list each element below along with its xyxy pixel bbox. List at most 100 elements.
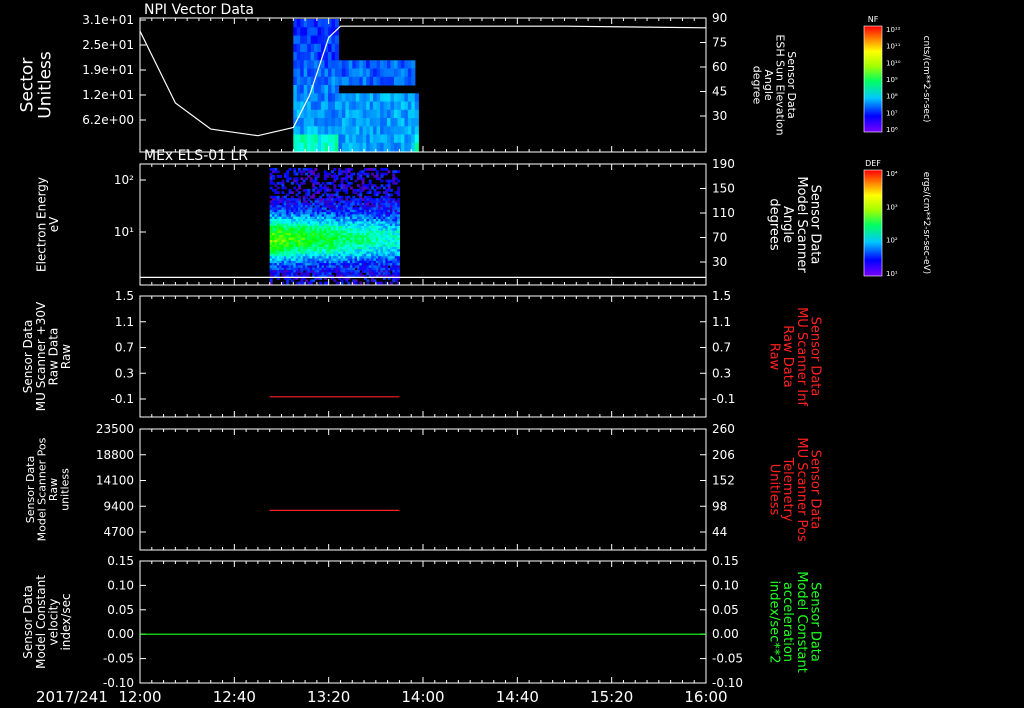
heatmap-cell	[376, 126, 381, 135]
heatmap-cell	[300, 118, 305, 127]
y-tick-label-left: 3.1e+01	[82, 13, 134, 27]
heatmap-cell	[400, 126, 405, 135]
heatmap-cell	[317, 126, 322, 135]
heatmap-cell	[352, 195, 356, 199]
heatmap-cell	[400, 134, 405, 144]
heatmap-cell	[303, 126, 308, 135]
heatmap-cell	[352, 101, 357, 111]
y-tick-label-left: -0.05	[103, 652, 134, 666]
y-axis-label-right: Sensor DataModel ScannerAngledegrees	[767, 176, 823, 273]
heatmap-cell	[400, 109, 405, 119]
heatmap-cell	[338, 93, 343, 102]
heatmap-cell	[312, 172, 316, 176]
heatmap-cell	[359, 195, 363, 199]
heatmap-cell	[371, 172, 374, 176]
heatmap-cell	[404, 126, 409, 135]
heatmap-cell	[293, 68, 298, 78]
y-axis-label-line: index/sec	[59, 593, 73, 650]
heatmap-cell	[331, 118, 336, 127]
heatmap-cell	[314, 35, 319, 45]
heatmap-cell	[390, 118, 395, 127]
heatmap-cell	[317, 85, 322, 94]
heatmap-cell	[394, 126, 399, 135]
heatmap-cell	[300, 172, 304, 176]
y-tick-label-right: 0.15	[712, 554, 739, 568]
heatmap-cell	[283, 186, 287, 190]
colorbar	[863, 169, 883, 277]
heatmap-cell	[380, 184, 384, 187]
heatmap-cell	[300, 60, 305, 69]
heatmap-cell	[331, 68, 336, 78]
heatmap-cell	[362, 60, 367, 69]
heatmap-cell	[400, 68, 405, 78]
colorbar-tick-label: 10¹	[886, 270, 898, 278]
heatmap-cell	[314, 134, 319, 144]
heatmap-cell	[328, 188, 332, 192]
heatmap-cell	[341, 109, 346, 119]
heatmap-cell	[378, 186, 382, 190]
heatmap-cell	[286, 281, 290, 285]
heatmap-cell	[362, 93, 367, 102]
heatmap-cell	[362, 101, 367, 111]
heatmap-cell	[352, 93, 357, 102]
heatmap-cell	[290, 279, 294, 283]
heatmap-cell	[335, 35, 340, 45]
heatmap-cell	[317, 43, 322, 53]
colorbar-tick-label: 10³	[886, 203, 898, 211]
heatmap-cell	[397, 242, 400, 245]
heatmap-cell	[348, 134, 353, 144]
heatmap-cell	[293, 76, 298, 86]
heatmap-cell	[331, 134, 336, 144]
heatmap-cell	[283, 195, 287, 199]
heatmap-cell	[352, 109, 357, 119]
heatmap-cell	[323, 184, 327, 187]
heatmap-cell	[341, 101, 346, 111]
heatmap-cell	[328, 85, 333, 94]
heatmap-cell	[352, 118, 357, 127]
heatmap-cell	[390, 109, 395, 119]
heatmap-cell	[338, 126, 343, 135]
heatmap-cell	[411, 118, 416, 127]
heatmap-cell	[303, 68, 308, 78]
heatmap-cell	[366, 175, 370, 178]
heatmap-cell	[376, 60, 381, 69]
heatmap-cell	[293, 85, 298, 94]
y-tick-label-right: 0.05	[712, 603, 739, 617]
sun-elevation-line	[139, 25, 707, 137]
heatmap-cell	[328, 134, 333, 144]
heatmap-cell	[281, 191, 285, 194]
heatmap-cell	[380, 118, 385, 127]
heatmap-cell	[348, 76, 353, 86]
heatmap-cell	[341, 93, 346, 102]
colorbar-unit-label: cnts/(cm**2-sr-sec)	[921, 36, 931, 123]
heatmap-cell	[400, 118, 405, 127]
heatmap-cell	[390, 281, 393, 285]
heatmap-cell	[307, 76, 312, 86]
heatmap-cell	[380, 101, 385, 111]
heatmap-cell	[286, 179, 290, 183]
heatmap-cell	[397, 253, 400, 257]
heatmap-cell	[314, 43, 319, 53]
heatmap-cell	[314, 118, 319, 127]
heatmap-cell	[324, 118, 329, 127]
y-tick-label-right: 45	[712, 85, 727, 99]
heatmap-cell	[394, 101, 399, 111]
heatmap-cell	[276, 195, 280, 199]
heatmap-cell	[387, 76, 392, 86]
heatmap-cell	[279, 175, 282, 178]
heatmap-cell	[349, 177, 353, 181]
colorbar-tick-label: 10⁷	[886, 109, 898, 117]
colorbar-tick-label: 10⁸	[886, 93, 898, 101]
heatmap-cell	[380, 93, 385, 102]
heatmap-cell	[345, 191, 349, 194]
heatmap-cell	[307, 27, 312, 36]
y-axis-label-right: Sensor DataMU Scanner InfRaw DataRaw	[767, 307, 823, 406]
heatmap-cell	[317, 101, 322, 111]
heatmap-cell	[286, 172, 290, 176]
y-tick-label-right: 150	[712, 182, 735, 196]
heatmap-cell	[387, 60, 392, 69]
heatmap-cell	[341, 76, 346, 86]
heatmap-cell	[290, 195, 294, 199]
colorbar-tick-label: 10²	[886, 237, 898, 245]
heatmap-cell	[385, 172, 389, 176]
